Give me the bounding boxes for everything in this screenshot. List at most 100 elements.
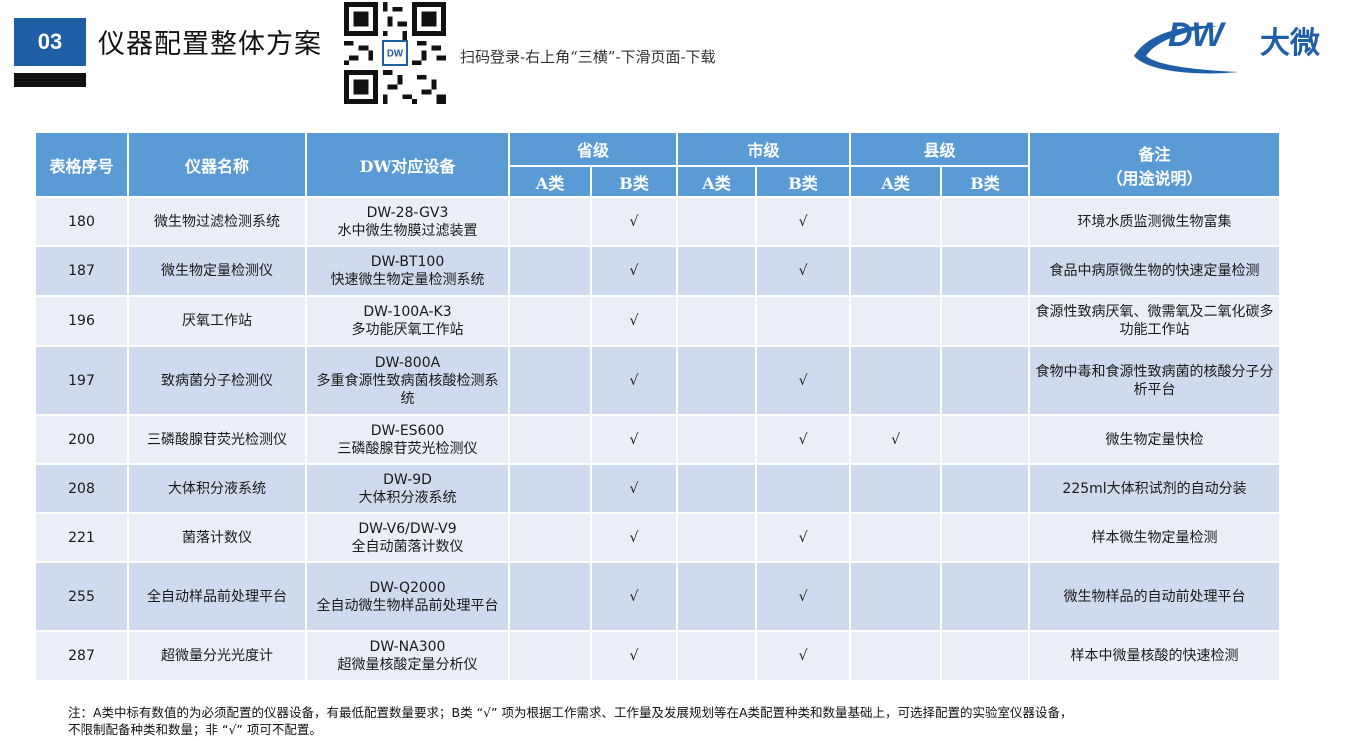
cell-name: 全自动样品前处理平台 [127,561,307,632]
device-model: DW-BT100 [370,254,445,270]
header-city: 市级 [676,131,852,167]
cell-city-b: √ [755,345,852,416]
cell-county-b [940,245,1031,297]
cell-province-a [508,561,592,632]
cell-city-b: √ [755,245,852,297]
cell-remark: 环境水质监测微生物富集 [1028,196,1282,247]
cell-device: DW-800A 多重食源性致病菌核酸检测系统 [305,345,510,416]
cell-name: 菌落计数仪 [127,512,307,563]
cell-name: 致病菌分子检测仪 [127,345,307,416]
cell-device: DW-ES600 三磷酸腺苷荧光检测仪 [305,414,510,465]
cell-index: 255 [34,561,129,632]
cell-province-a [508,196,592,247]
cell-county-a: √ [849,414,943,465]
cell-province-a [508,630,592,682]
cell-city-b: √ [755,630,852,682]
cell-name: 超微量分光光度计 [127,630,307,682]
cell-county-b [940,414,1031,465]
cell-city-a [676,245,758,297]
qr-code-icon[interactable]: DW [344,2,446,104]
cell-province-a [508,245,592,297]
header-index: 表格序号 [34,131,129,198]
cell-city-a [676,561,758,632]
device-desc: 水中微生物膜过滤装置 [337,222,478,239]
cell-name: 大体积分液系统 [127,463,307,514]
cell-province-a [508,463,592,514]
cell-province-a [508,295,592,347]
cell-device: DW-NA300 超微量核酸定量分析仪 [305,630,510,682]
cell-province-b: √ [589,561,679,632]
cell-index: 200 [34,414,129,465]
cell-remark: 微生物样品的自动前处理平台 [1028,561,1282,632]
cell-remark: 微生物定量快检 [1028,414,1282,465]
device-model: DW-NA300 [369,639,446,655]
table-row: 197 致病菌分子检测仪 DW-800A 多重食源性致病菌核酸检测系统 √ √ 食… [34,345,1282,416]
cell-city-a [676,345,758,416]
cell-index: 197 [34,345,129,416]
cell-province-a [508,345,592,416]
cell-device: DW-Q2000 全自动微生物样品前处理平台 [305,561,510,632]
header-remark: 备注 （用途说明） [1028,131,1282,198]
device-desc: 全自动微生物样品前处理平台 [316,597,499,614]
cell-name: 微生物过滤检测系统 [127,196,307,247]
header-province-b: B类 [589,165,679,198]
cell-county-b [940,345,1031,416]
cell-city-a [676,512,758,563]
cell-province-b: √ [589,630,679,682]
device-desc: 大体积分液系统 [358,489,457,506]
table-row: 255 全自动样品前处理平台 DW-Q2000 全自动微生物样品前处理平台 √ √… [34,561,1282,632]
table-row: 187 微生物定量检测仪 DW-BT100 快速微生物定量检测系统 √ √ 食品中… [34,245,1282,297]
cell-county-b [940,512,1031,563]
table-row: 180 微生物过滤检测系统 DW-28-GV3 水中微生物膜过滤装置 √ √ 环境… [34,196,1282,247]
footnote-line2: 不限制配备种类和数量；非 “√” 项可不配置。 [68,722,322,737]
cell-remark: 食物中毒和食源性致病菌的核酸分子分析平台 [1028,345,1282,416]
cell-province-b: √ [589,512,679,563]
scan-instruction: 扫码登录-右上角“三横”-下滑页面-下载 [460,48,716,66]
cell-city-b: √ [755,561,852,632]
cell-province-b: √ [589,295,679,347]
cell-county-b [940,295,1031,347]
cell-city-b [755,295,852,347]
device-model: DW-V6/DW-V9 [358,520,457,537]
cell-city-a [676,630,758,682]
cell-index: 196 [34,295,129,347]
header-province-a: A类 [508,165,592,198]
device-model: DW-ES600 [370,422,445,439]
cell-device: DW-9D 大体积分液系统 [305,463,510,514]
cell-county-b [940,196,1031,247]
logo-text: DW [1168,16,1224,54]
header-dw-device: DW对应设备 [305,131,510,198]
cell-device: DW-28-GV3 水中微生物膜过滤装置 [305,196,510,247]
table-row: 221 菌落计数仪 DW-V6/DW-V9 全自动菌落计数仪 √ √ 样本微生物定… [34,512,1282,563]
cell-remark: 样本微生物定量检测 [1028,512,1282,563]
cell-index: 187 [34,245,129,297]
cell-county-b [940,463,1031,514]
cell-city-a [676,414,758,465]
header-name: 仪器名称 [127,131,307,198]
header-remark-line1: 备注 [1138,144,1171,164]
cell-province-b: √ [589,414,679,465]
cell-county-b [940,630,1031,682]
cell-city-b: √ [755,196,852,247]
cell-name: 三磷酸腺苷荧光检测仪 [127,414,307,465]
cell-remark: 食品中病原微生物的快速定量检测 [1028,245,1282,297]
cell-province-a [508,512,592,563]
header-county: 县级 [849,131,1031,167]
cell-city-b [755,463,852,514]
table-row: 287 超微量分光光度计 DW-NA300 超微量核酸定量分析仪 √ √ 样本中微… [34,630,1282,682]
logo-cn: 大微 [1260,26,1320,61]
cell-city-a [676,463,758,514]
cell-county-a [849,561,943,632]
instrument-config-table: 表格序号 仪器名称 DW对应设备 省级 市级 县级 备注 （用途说明） A类 B… [34,131,1282,682]
cell-index: 180 [34,196,129,247]
device-desc: 多重食源性致病菌核酸检测系统 [316,372,499,407]
cell-county-a [849,295,943,347]
header-remark-line2: （用途说明） [1106,168,1203,188]
device-model: DW-9D [383,471,432,488]
cell-city-b: √ [755,512,852,563]
device-desc: 多功能厌氧工作站 [351,322,464,338]
section-number-badge: 03 [14,18,86,66]
table-row: 208 大体积分液系统 DW-9D 大体积分液系统 √ 225ml大体积试剂的自动… [34,463,1282,514]
cell-index: 208 [34,463,129,514]
footnote-line1: 注：A类中标有数值的为必须配置的仪器设备，有最低配置数量要求；B类 “√” 项为… [68,705,1073,720]
